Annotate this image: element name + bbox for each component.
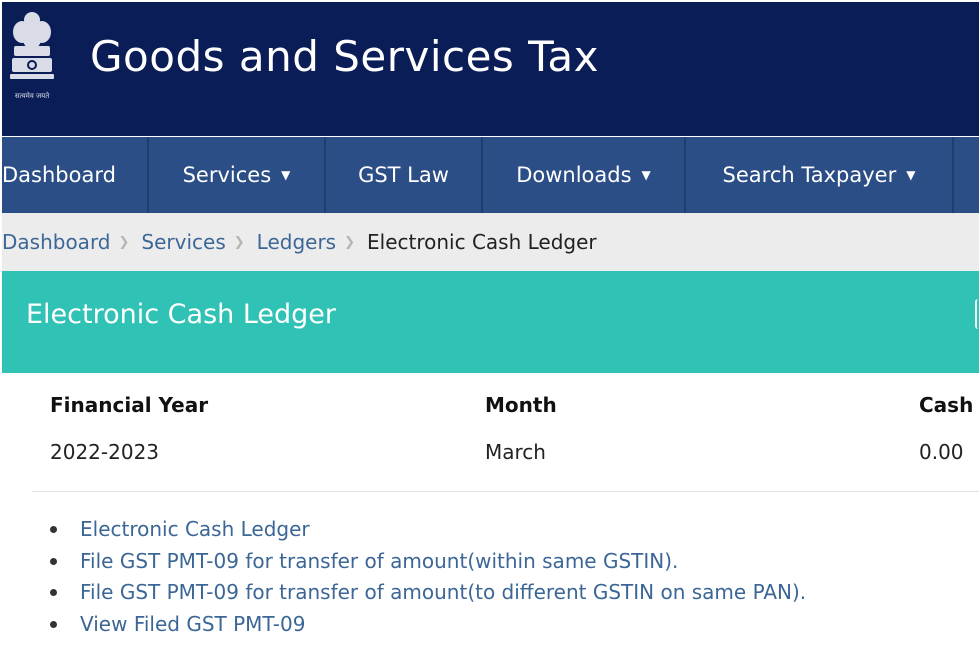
page-title: Electronic Cash Ledger	[26, 299, 336, 330]
nav-dashboard-label: Dashboard	[2, 163, 116, 187]
national-emblem-icon: सत्यमेव जयते	[6, 8, 58, 100]
main-navbar: Dashboard Services ▼ GST Law Downloads ▼…	[2, 137, 979, 213]
breadcrumb-services[interactable]: Services	[141, 230, 225, 254]
chevron-right-icon: ❯	[344, 234, 356, 250]
bullet-icon	[50, 557, 57, 565]
bullet-icon	[50, 589, 57, 596]
ledger-summary-table: Financial Year Month Cash 2022-2023 Marc…	[2, 373, 979, 493]
breadcrumb-ledgers[interactable]: Ledgers	[257, 230, 336, 254]
banner-edge-decoration	[975, 299, 979, 329]
emblem-caption: सत्यमेव जयते	[14, 92, 50, 100]
breadcrumb: Dashboard ❯ Services ❯ Ledgers ❯ Electro…	[2, 213, 979, 271]
cell-cash: 0.00	[919, 440, 964, 464]
link-electronic-cash-ledger[interactable]: Electronic Cash Ledger	[80, 517, 310, 541]
nav-search-taxpayer-label: Search Taxpayer	[722, 163, 897, 187]
link-pmt09-same-gstin[interactable]: File GST PMT-09 for transfer of amount(w…	[80, 549, 678, 573]
caret-down-icon: ▼	[906, 168, 916, 182]
site-title: Goods and Services Tax	[90, 32, 599, 81]
cell-financial-year: 2022-2023	[50, 440, 160, 464]
link-view-filed-pmt09[interactable]: View Filed GST PMT-09	[80, 612, 305, 636]
nav-downloads-label: Downloads	[516, 163, 632, 187]
column-header-cash: Cash	[919, 393, 974, 417]
bullet-icon	[50, 526, 57, 533]
site-header: सत्यमेव जयते Goods and Services Tax	[2, 2, 979, 136]
caret-down-icon: ▼	[281, 168, 291, 182]
nav-services-label: Services	[182, 163, 272, 187]
nav-gst-law[interactable]: GST Law	[326, 137, 483, 213]
section-banner: Electronic Cash Ledger	[2, 271, 979, 373]
chevron-right-icon: ❯	[233, 234, 245, 250]
column-header-month: Month	[485, 393, 557, 417]
caret-down-icon: ▼	[641, 168, 651, 182]
nav-dashboard[interactable]: Dashboard	[2, 137, 149, 213]
breadcrumb-dashboard[interactable]: Dashboard	[2, 230, 111, 254]
link-pmt09-different-gstin[interactable]: File GST PMT-09 for transfer of amount(t…	[80, 580, 806, 604]
nav-gst-law-label: GST Law	[358, 163, 449, 187]
breadcrumb-current: Electronic Cash Ledger	[367, 230, 597, 254]
nav-search-taxpayer[interactable]: Search Taxpayer ▼	[686, 137, 954, 213]
chevron-right-icon: ❯	[118, 234, 130, 250]
bullet-icon	[50, 620, 57, 628]
cell-month: March	[485, 440, 546, 464]
column-header-financial-year: Financial Year	[50, 393, 209, 417]
nav-services[interactable]: Services ▼	[149, 137, 326, 213]
nav-downloads[interactable]: Downloads ▼	[483, 137, 686, 213]
nav-overflow-area	[954, 137, 979, 213]
table-divider	[32, 491, 979, 492]
